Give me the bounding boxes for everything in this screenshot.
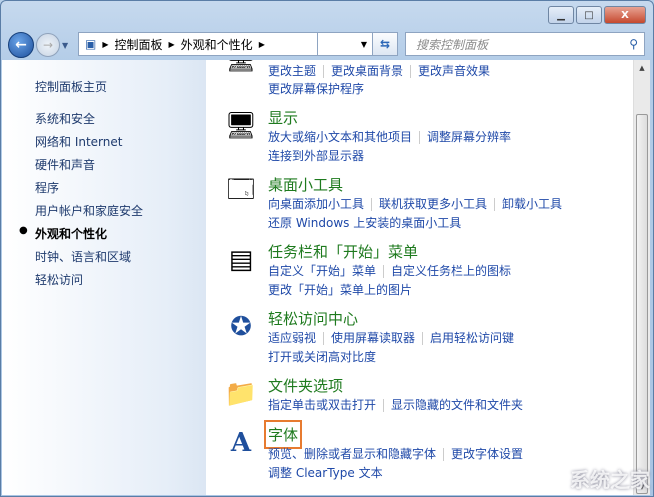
refresh-button[interactable]: ⇆ (372, 32, 398, 56)
arrow-left-icon: ← (15, 37, 27, 53)
links-row: 放大或缩小文本和其他项目 调整屏幕分辨率 (268, 128, 511, 145)
link-external-display[interactable]: 连接到外部显示器 (268, 149, 364, 163)
link-start-picture[interactable]: 更改「开始」菜单上的图片 (268, 283, 412, 297)
link-uninstall-gadget[interactable]: 卸载小工具 (502, 197, 562, 211)
recent-pages-dropdown[interactable]: ▼ (62, 41, 68, 50)
links-row: 预览、删除或者显示和隐藏字体 更改字体设置 (268, 445, 523, 462)
sidebar-item-user-accounts[interactable]: 用户帐户和家庭安全 (35, 202, 143, 219)
close-button[interactable]: X (604, 6, 646, 24)
sidebar-item-system-security[interactable]: 系统和安全 (35, 110, 95, 127)
links-row: 还原 Windows 上安装的桌面小工具 (268, 214, 461, 231)
links-row: 调整 ClearType 文本 (268, 464, 383, 481)
sidebar-item-label: 外观和个性化 (35, 227, 108, 241)
category-title[interactable]: 显示 (268, 107, 298, 128)
sidebar-item-programs[interactable]: 程序 (35, 179, 59, 196)
address-bar[interactable]: ▣ ▶ 控制面板 ▶ 外观和个性化 ▶ (78, 32, 318, 56)
maximize-button[interactable]: □ (576, 6, 602, 24)
link-font-settings[interactable]: 更改字体设置 (451, 447, 523, 461)
category-title[interactable]: 轻松访问中心 (268, 308, 358, 329)
links-row: 向桌面添加小工具 联机获取更多小工具 卸载小工具 (268, 195, 562, 212)
ease-of-access-icon: ✪ (230, 312, 252, 342)
breadcrumb-arrow-icon[interactable]: ▶ (169, 40, 175, 49)
control-panel-icon: ▣ (85, 37, 97, 51)
link-single-double-click[interactable]: 指定单击或双击打开 (268, 398, 376, 412)
links-row: 适应弱视 使用屏幕读取器 启用轻松访问键 (268, 329, 514, 346)
window-controls: ▁ □ X (548, 6, 646, 24)
link-cleartype[interactable]: 调整 ClearType 文本 (268, 466, 383, 480)
watermark: 系统之家 (570, 468, 650, 492)
search-placeholder: 搜索控制面板 (416, 37, 489, 52)
back-button[interactable]: ← (8, 32, 34, 58)
taskbar-icon: ▤ (228, 245, 254, 275)
link-screensaver[interactable]: 更改屏幕保护程序 (268, 82, 364, 96)
link-restore-gadgets[interactable]: 还原 Windows 上安装的桌面小工具 (268, 216, 461, 230)
address-bar-fill[interactable] (318, 32, 358, 56)
link-screen-reader[interactable]: 使用屏幕读取器 (331, 331, 415, 345)
content-pane: 🖥 更改主题 更改桌面背景 更改声音效果 更改屏幕保护程序 🖥 显示 放大或缩小文本… (206, 60, 633, 495)
scrollbar-thumb[interactable] (636, 114, 648, 494)
link-resolution[interactable]: 调整屏幕分辨率 (427, 130, 511, 144)
link-change-sounds[interactable]: 更改声音效果 (418, 64, 490, 78)
link-customize-start[interactable]: 自定义「开始」菜单 (268, 264, 376, 278)
address-dropdown-button[interactable]: ▼ (356, 32, 372, 56)
sidebar: 控制面板主页 系统和安全 网络和 Internet 硬件和声音 程序 用户帐户和… (2, 60, 206, 495)
links-row: 自定义「开始」菜单 自定义任务栏上的图标 (268, 262, 511, 279)
personalization-icon: 🖥 (224, 60, 258, 76)
nav-buttons: ← → ▼ (8, 32, 68, 58)
sidebar-item-network[interactable]: 网络和 Internet (35, 133, 122, 150)
display-icon: 🖥 (224, 111, 258, 141)
breadcrumb-arrow-icon[interactable]: ▶ (102, 40, 108, 49)
link-more-gadgets[interactable]: 联机获取更多小工具 (379, 197, 487, 211)
breadcrumb-appearance[interactable]: 外观和个性化 (181, 36, 253, 53)
link-taskbar-icons[interactable]: 自定义任务栏上的图标 (391, 264, 511, 278)
chevron-down-icon: ▼ (360, 39, 368, 49)
search-input[interactable]: 搜索控制面板 ⚲ (405, 32, 645, 56)
category-title[interactable]: 文件夹选项 (268, 375, 343, 396)
folder-options-icon: 📁 (224, 379, 258, 409)
link-hidden-files[interactable]: 显示隐藏的文件和文件夹 (391, 398, 523, 412)
arrow-right-icon: → (42, 38, 54, 52)
links-row: 更改「开始」菜单上的图片 (268, 281, 412, 298)
scrollbar[interactable]: ▲ ▼ (633, 60, 650, 495)
link-preview-fonts[interactable]: 预览、删除或者显示和隐藏字体 (268, 447, 436, 461)
sidebar-item-ease-of-access[interactable]: 轻松访问 (35, 271, 83, 288)
links-row: 指定单击或双击打开 显示隐藏的文件和文件夹 (268, 396, 523, 413)
search-icon[interactable]: ⚲ (629, 37, 638, 51)
sidebar-item-appearance[interactable]: ● 外观和个性化 (19, 225, 108, 242)
fonts-icon: A (230, 428, 252, 458)
refresh-icon: ⇆ (379, 37, 391, 51)
category-title-fonts[interactable]: 字体 (263, 420, 303, 449)
minimize-button[interactable]: ▁ (548, 6, 574, 24)
scroll-up-icon[interactable]: ▲ (634, 60, 650, 76)
link-low-vision[interactable]: 适应弱视 (268, 331, 316, 345)
links-row: 更改主题 更改桌面背景 更改声音效果 (268, 62, 490, 79)
sidebar-item-clock-language[interactable]: 时钟、语言和区域 (35, 248, 131, 265)
sidebar-item-hardware-sound[interactable]: 硬件和声音 (35, 156, 95, 173)
link-add-gadgets[interactable]: 向桌面添加小工具 (268, 197, 364, 211)
link-high-contrast[interactable]: 打开或关闭高对比度 (268, 350, 376, 364)
forward-button[interactable]: → (36, 33, 60, 57)
link-text-size[interactable]: 放大或缩小文本和其他项目 (268, 130, 412, 144)
links-row: 连接到外部显示器 (268, 147, 364, 164)
link-change-background[interactable]: 更改桌面背景 (331, 64, 403, 78)
links-row: 更改屏幕保护程序 (268, 80, 364, 97)
category-title[interactable]: 桌面小工具 (268, 174, 343, 195)
gadgets-icon: 🗔 (226, 175, 256, 205)
link-access-keys[interactable]: 启用轻松访问键 (430, 331, 514, 345)
links-row: 打开或关闭高对比度 (268, 348, 376, 365)
breadcrumb-arrow-icon[interactable]: ▶ (259, 40, 265, 49)
sidebar-item-home[interactable]: 控制面板主页 (35, 78, 107, 95)
breadcrumb-control-panel[interactable]: 控制面板 (115, 36, 163, 53)
current-bullet-icon: ● (19, 225, 28, 236)
category-title[interactable]: 任务栏和「开始」菜单 (268, 241, 418, 262)
link-change-theme[interactable]: 更改主题 (268, 64, 316, 78)
